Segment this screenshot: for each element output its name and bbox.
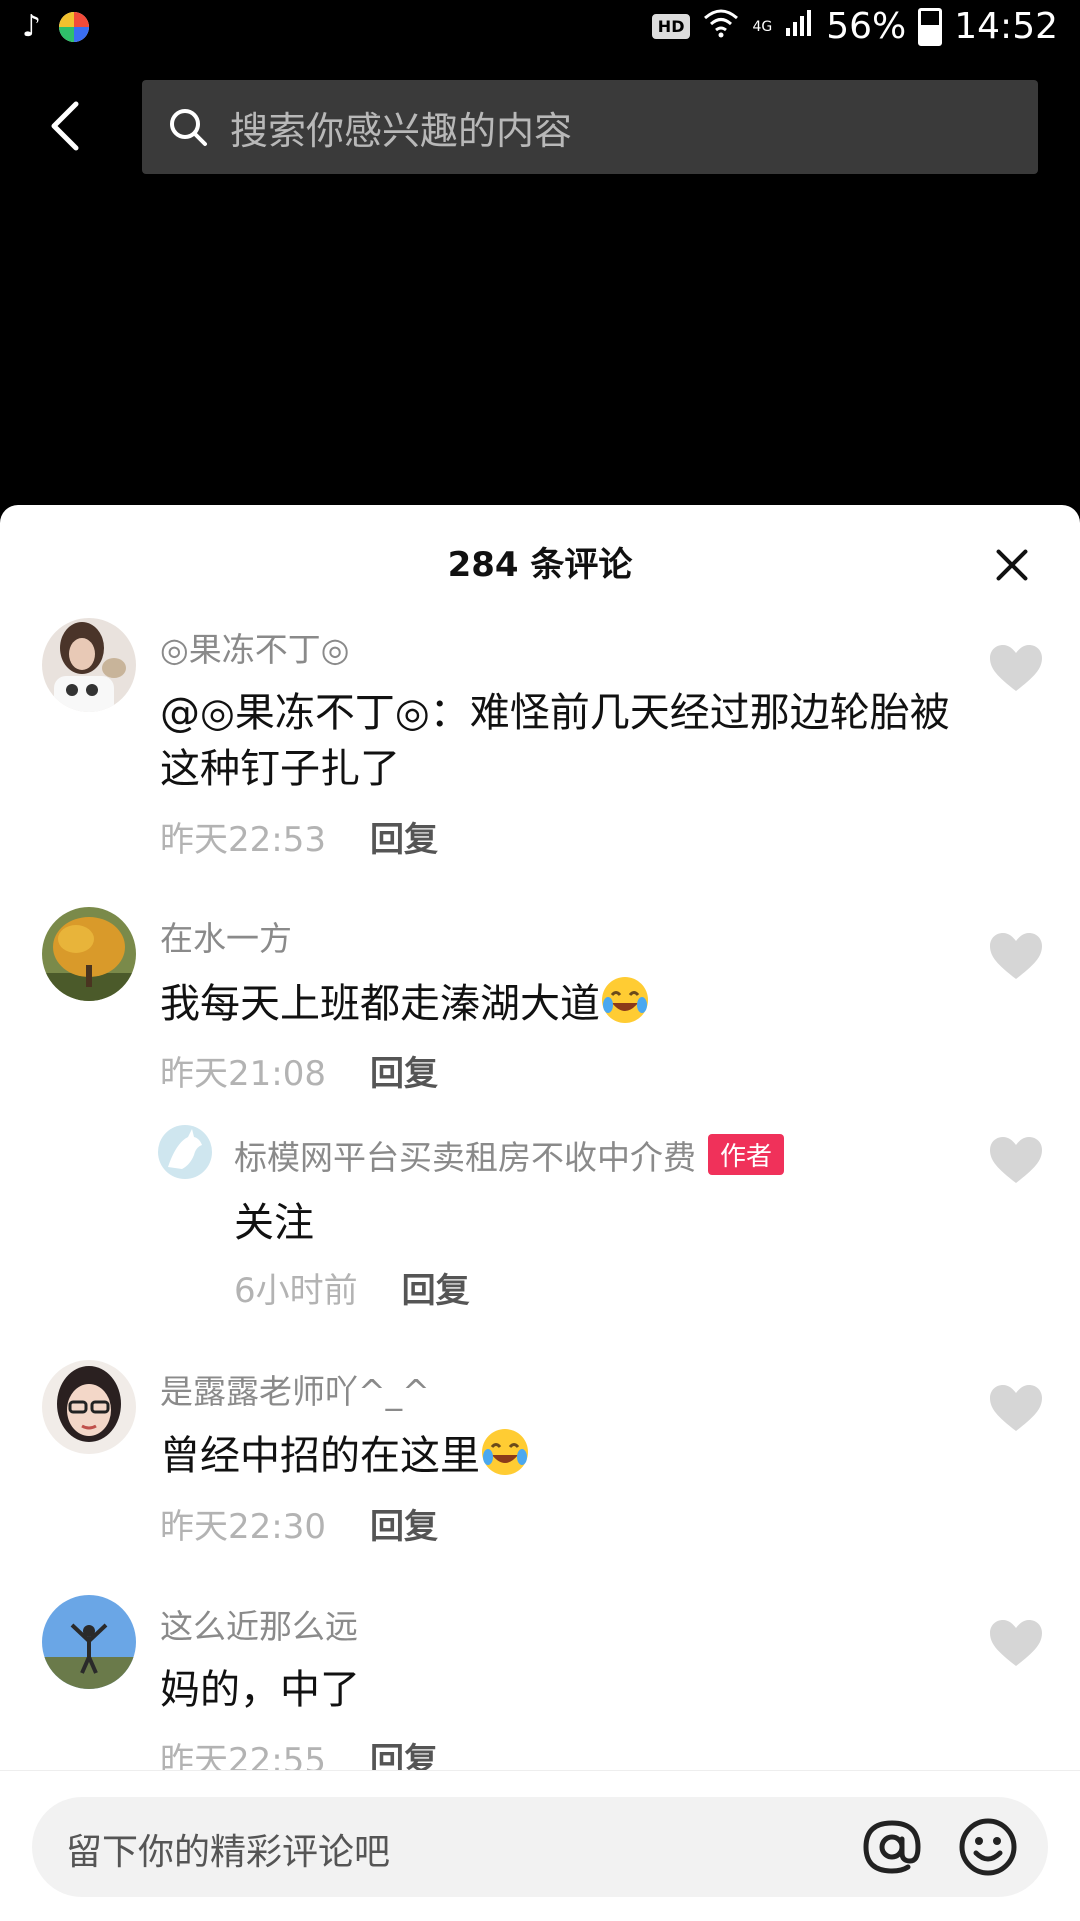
like-button[interactable] [990,1137,1042,1185]
comment-meta: 昨天22:53 回复 [160,812,438,861]
avatar[interactable] [42,1360,136,1454]
status-bar: ♪ HD 4G 56% 14:52 [0,0,1080,62]
heart-icon [990,645,1042,691]
comment-meta: 6小时前 回复 [234,1263,470,1312]
search-placeholder: 搜索你感兴趣的内容 [230,108,573,153]
status-left: ♪ [22,10,91,44]
comment-meta: 昨天22:30 回复 [160,1499,438,1548]
comment-text: 关注 [234,1200,314,1246]
avatar[interactable] [42,1595,136,1689]
battery-fill [921,24,940,43]
heart-icon [990,933,1042,979]
close-button[interactable] [994,547,1030,583]
comment-username[interactable]: 这么近那么远 [160,1600,358,1648]
wifi-icon [702,6,740,47]
heart-icon [990,1620,1042,1666]
comment-username[interactable]: 在水一方 [160,912,292,960]
search-bar[interactable]: 搜索你感兴趣的内容 [142,80,1038,174]
comment-text: 妈的，中了 [160,1667,360,1713]
signal-icon [784,6,814,47]
back-button[interactable] [44,98,88,154]
hd-badge: HD [651,14,691,39]
comment-input-bar: 留下你的精彩评论吧 [0,1770,1080,1921]
heart-icon [990,1385,1042,1431]
comment-count-title: 284 条评论 [447,545,633,585]
comment-sheet: 284 条评论 ◎果冻不丁◎ @◎果冻不丁◎：难怪前几天经过那边轮胎被这种钉子扎… [0,505,1080,1920]
reply-username-text: 标模网平台买卖租房不收中介费 [234,1138,696,1177]
comment-username[interactable]: 是露露老师吖^_^ [160,1365,430,1413]
search-icon [170,109,207,146]
status-right: HD 4G 56% 14:52 [651,6,1058,47]
reply-button[interactable]: 回复 [402,1271,470,1311]
clock: 14:52 [954,6,1058,47]
like-button[interactable] [990,933,1042,981]
laugh-cry-emoji-icon [602,977,648,1023]
comment-time: 昨天22:30 [160,1507,326,1547]
comment-input[interactable]: 留下你的精彩评论吧 [32,1797,1048,1897]
avatar[interactable] [42,618,136,712]
comment-text-content: 我每天上班都走溱湖大道 [160,981,600,1027]
like-button[interactable] [990,1620,1042,1668]
reply-button[interactable]: 回复 [370,1507,438,1547]
comment-username[interactable]: 标模网平台买卖租房不收中介费 作者 [234,1131,785,1179]
avatar[interactable] [158,1125,212,1179]
battery-icon [918,7,943,46]
reply-button[interactable]: 回复 [370,1054,438,1094]
chevron-left-icon [51,101,79,151]
avatar[interactable] [42,907,136,1001]
comment-text-content: 曾经中招的在这里 [160,1433,480,1479]
heart-icon [990,1137,1042,1183]
author-badge: 作者 [708,1134,785,1175]
comment-input-placeholder: 留下你的精彩评论吧 [66,1832,391,1873]
emoji-icon[interactable] [956,1815,1020,1879]
comment-username[interactable]: ◎果冻不丁◎ [160,623,350,671]
comment-text: 我每天上班都走溱湖大道 [160,975,950,1032]
comment-time: 6小时前 [234,1271,358,1311]
at-mention-icon[interactable] [860,1815,924,1879]
app-icon [57,10,91,44]
network-type: 4G [752,18,773,35]
like-button[interactable] [990,1385,1042,1433]
reply-button[interactable]: 回复 [370,820,438,860]
comment-text: @◎果冻不丁◎：难怪前几天经过那边轮胎被这种钉子扎了 [160,690,950,792]
comment-time: 昨天21:08 [160,1054,326,1094]
battery-percent: 56% [826,6,907,47]
like-button[interactable] [990,645,1042,693]
comment-time: 昨天22:53 [160,820,326,860]
laugh-cry-emoji-icon [482,1429,528,1475]
comment-meta: 昨天21:08 回复 [160,1046,438,1095]
comment-text: 曾经中招的在这里 [160,1427,950,1484]
tiktok-icon: ♪ [22,9,42,44]
